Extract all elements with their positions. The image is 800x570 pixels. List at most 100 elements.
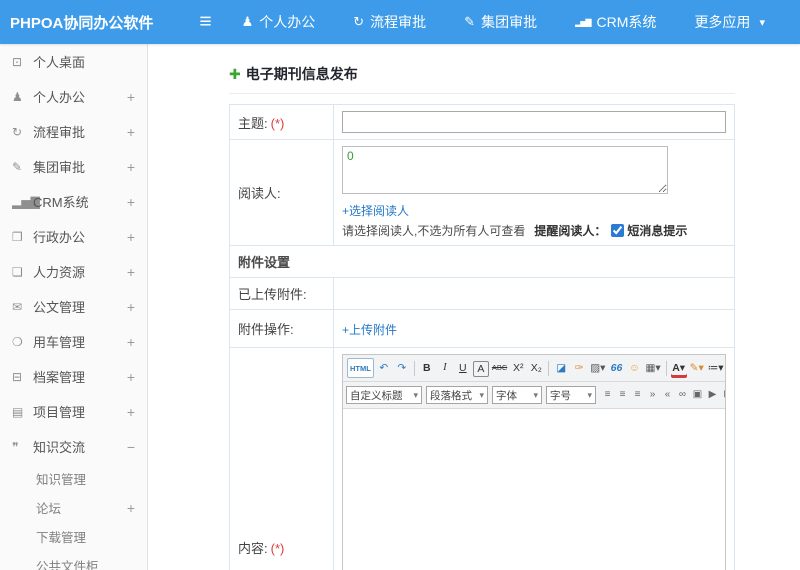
dropdown-label: 字体 (496, 389, 517, 402)
sidebar-item-label: 个人办公 (33, 90, 86, 105)
sidebar-item-label: 行政办公 (33, 230, 86, 245)
sidebar-item[interactable]: 知识管理 (0, 464, 147, 493)
superscript-icon[interactable]: X² (510, 358, 526, 378)
app-header: PHPOA协同办公软件 ≡ ♟ 个人办公 ↻ 流程审批 ✎ 集团审批 ▂▅▇ CRM系统 更多应… (0, 0, 800, 44)
expand-plus-icon: + (126, 88, 135, 105)
project-icon: ▤ (12, 404, 24, 419)
underline-icon[interactable]: U (455, 358, 471, 378)
hamburger-menu-icon[interactable]: ≡ (165, 0, 235, 44)
attachment-settings-header: 附件设置 (229, 245, 735, 278)
more-icon[interactable]: ⊞ (721, 385, 725, 405)
uploaded-attachments-label: 已上传附件: (238, 287, 307, 302)
subscript-icon[interactable]: X₂ (528, 358, 544, 378)
nav-item-chart[interactable]: ▂▅▇ CRM系统 (575, 12, 656, 32)
nav-item-flow[interactable]: ↻ 流程审批 (353, 12, 426, 32)
collapse-minus-icon: − (126, 438, 135, 455)
caret-down-icon: ▾ (587, 389, 592, 400)
edit-icon: ✎ (464, 14, 476, 29)
subject-input[interactable] (342, 111, 726, 133)
nav-item-more[interactable]: 更多应用 ▾ (694, 12, 765, 32)
content-field-cell: HTML↶↷BIUAABCX²X₂◪✑▨▾66☺▦▾A▾✎▾≔▾≕ 自定义标题▾… (333, 347, 735, 570)
source-icon[interactable]: HTML (347, 358, 374, 378)
upload-attachment-link[interactable]: +上传附件 (342, 321, 397, 338)
link-icon[interactable]: ∞ (676, 385, 689, 405)
attachment-ops-field-cell: +上传附件 (333, 309, 735, 348)
select-readers-link[interactable]: +选择阅读人 (342, 202, 409, 219)
dropdown-label: 字号 (550, 389, 571, 402)
font-icon[interactable]: A (472, 361, 489, 377)
sidebar-item[interactable]: ▤ 项目管理 + (0, 394, 147, 429)
flow-icon: ↻ (353, 14, 365, 29)
sidebar-item[interactable]: 下载管理 (0, 522, 147, 551)
quote-icon[interactable]: 66 (608, 358, 624, 378)
attachment-ops-label-cell: 附件操作: (229, 309, 334, 348)
nav-item-person[interactable]: ♟ 个人办公 (242, 12, 316, 32)
outdent-icon[interactable]: « (661, 385, 674, 405)
briefcase-icon: ❒ (12, 229, 23, 244)
sidebar-item[interactable]: ▂▅▇ CRM系统 + (0, 184, 147, 219)
readers-row: 阅读人: 0 +选择阅读人 请选择阅读人,不选为所有人可查看 提醒阅读人： 短消… (229, 139, 735, 246)
sidebar-item[interactable]: ♟ 个人办公 + (0, 79, 147, 114)
required-mark: (*) (270, 540, 285, 556)
readers-textarea[interactable]: 0 (342, 146, 668, 194)
caret-down-icon: ▾ (413, 389, 418, 400)
undo-icon[interactable]: ↶ (376, 358, 392, 378)
font-color-icon[interactable]: A▾ (671, 358, 687, 378)
media-icon[interactable]: ▶ (706, 385, 719, 405)
people-icon: ❏ (12, 264, 23, 279)
subject-field-cell (333, 104, 735, 140)
sidebar-item[interactable]: ⊡ 个人桌面 (0, 44, 147, 79)
editor-dropdown-2[interactable]: 字体 ▾ (492, 386, 542, 404)
sidebar-item[interactable]: ⊟ 档案管理 + (0, 359, 147, 394)
strikethrough-icon[interactable]: ABC (491, 358, 508, 378)
indent-icon[interactable]: » (646, 385, 659, 405)
fill-icon[interactable]: ▨▾ (589, 358, 606, 378)
table-icon[interactable]: ▦▾ (644, 358, 661, 378)
content-label: 内容: (238, 540, 268, 556)
editor-dropdown-1[interactable]: 段落格式 ▾ (426, 386, 488, 404)
editor-dropdown-0[interactable]: 自定义标题 ▾ (346, 386, 422, 404)
expand-plus-icon: + (126, 123, 135, 140)
sidebar-item[interactable]: ❞ 知识交流 − (0, 429, 147, 464)
align-right-icon[interactable]: ≡ (631, 385, 644, 405)
sidebar-item[interactable]: ❒ 行政办公 + (0, 219, 147, 254)
eraser-icon[interactable]: ◪ (553, 358, 569, 378)
document-icon: ✉ (12, 299, 23, 314)
sidebar-item[interactable]: 公共文件柜 (0, 551, 147, 570)
readers-field-cell: 0 +选择阅读人 请选择阅读人,不选为所有人可查看 提醒阅读人： 短消息提示 (333, 139, 735, 246)
sidebar-item-label: 个人桌面 (33, 55, 86, 70)
sidebar-item[interactable]: 论坛 + (0, 493, 147, 522)
italic-icon[interactable]: I (437, 358, 453, 378)
sms-remind-checkbox[interactable] (611, 224, 625, 237)
emoticon-icon[interactable]: ☺ (626, 358, 642, 378)
align-center-icon[interactable]: ≡ (616, 385, 629, 405)
nav-item-label: CRM系统 (596, 14, 657, 30)
list-ul-icon[interactable]: ≔▾ (707, 358, 725, 378)
person-icon: ♟ (12, 89, 23, 104)
sidebar-menu: ⊡ 个人桌面 ♟ 个人办公 + ↻ 流程审批 + ✎ 集团审批 + ▂▅▇ CRM系统 + ❒ 行政办公 + ❏ 人… (0, 44, 147, 570)
toolbar-separator (413, 360, 415, 376)
nav-item-edit[interactable]: ✎ 集团审批 (464, 12, 537, 32)
sidebar-item[interactable]: ✉ 公文管理 + (0, 289, 147, 324)
sidebar-item[interactable]: ↻ 流程审批 + (0, 114, 147, 149)
sidebar-item[interactable]: ❍ 用车管理 + (0, 324, 147, 359)
sidebar-item[interactable]: ✎ 集团审批 + (0, 149, 147, 184)
bold-icon[interactable]: B (419, 358, 435, 378)
sidebar-item[interactable]: ❏ 人力资源 + (0, 254, 147, 289)
image-icon[interactable]: ▣ (691, 385, 704, 405)
caret-down-icon: ▾ (533, 389, 538, 400)
expand-plus-icon: + (126, 263, 135, 280)
expand-plus-icon: + (126, 228, 135, 245)
uploaded-attachments-value (333, 277, 735, 310)
pen-icon[interactable]: ✎▾ (689, 358, 705, 378)
sidebar-item-label: 知识管理 (36, 473, 87, 487)
readers-hint-line: 请选择阅读人,不选为所有人可查看 提醒阅读人： 短消息提示 (342, 222, 726, 239)
redo-icon[interactable]: ↷ (394, 358, 410, 378)
align-left-icon[interactable]: ≡ (601, 385, 614, 405)
subject-row: 主题: (*) (229, 104, 735, 140)
caret-down-icon: ▾ (759, 16, 765, 29)
attachment-section-row: 附件设置 (229, 245, 735, 278)
editor-dropdown-3[interactable]: 字号 ▾ (546, 386, 596, 404)
brush-icon[interactable]: ✑ (571, 358, 587, 378)
editor-content-area[interactable] (343, 409, 725, 570)
